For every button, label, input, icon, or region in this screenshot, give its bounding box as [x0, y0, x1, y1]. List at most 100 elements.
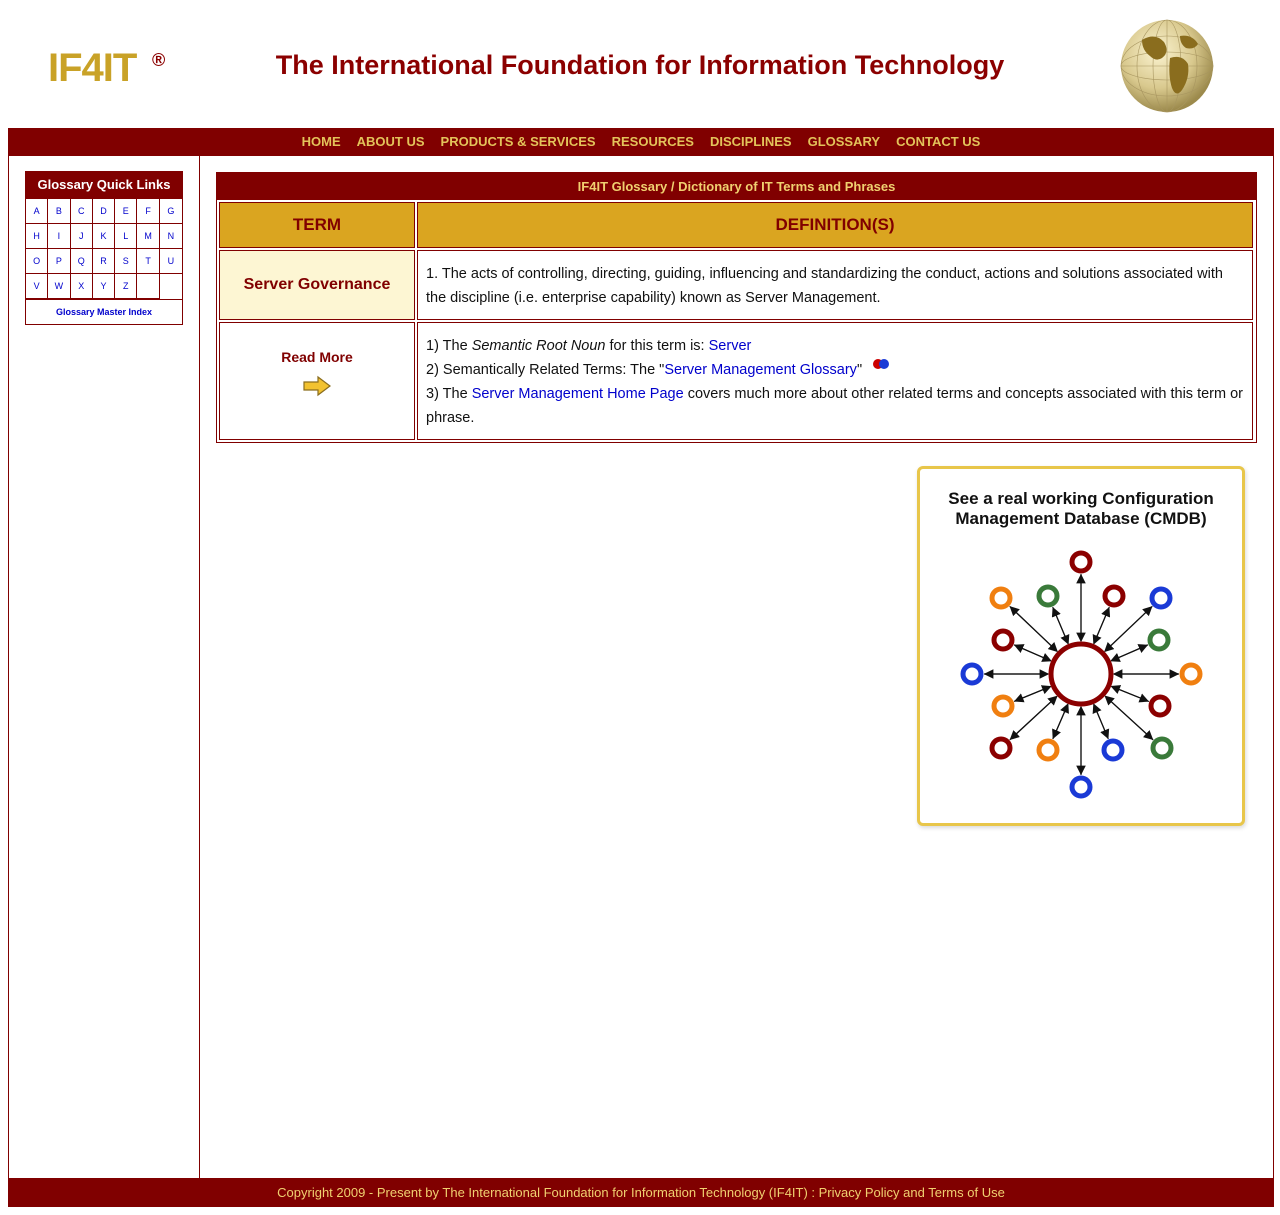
privacy-policy-link[interactable]: Privacy Policy: [819, 1185, 900, 1200]
glossary-quick-links: Glossary Quick Links A B C D E F G H I J…: [25, 171, 183, 325]
network-link-out: [1052, 706, 1068, 740]
letter-link-o[interactable]: O: [26, 249, 49, 274]
network-node-1: [1036, 584, 1060, 608]
sidebar-divider: [199, 156, 200, 1178]
network-hub: [1048, 641, 1114, 707]
network-node-12: [1036, 738, 1060, 762]
letter-link-e[interactable]: E: [115, 199, 138, 224]
network-link-out: [1094, 606, 1111, 642]
quick-links-title: Glossary Quick Links: [26, 172, 182, 199]
letter-link-a[interactable]: A: [26, 199, 49, 224]
nav-glossary[interactable]: GLOSSARY: [808, 134, 880, 149]
network-node-8: [1179, 662, 1203, 686]
letter-grid: A B C D E F G H I J K L M N O P Q R S T …: [26, 199, 182, 299]
line-3-prefix: 3) The: [426, 386, 472, 402]
network-node-13: [1101, 738, 1125, 762]
definition-cell: 1. The acts of controlling, directing, g…: [417, 250, 1253, 320]
letter-link-h[interactable]: H: [26, 224, 49, 249]
footer-and: and: [899, 1185, 929, 1200]
letter-link-z[interactable]: Z: [115, 274, 138, 299]
arrow-right-icon[interactable]: [302, 375, 332, 397]
site-header: IF4IT ® The International Foundation for…: [0, 0, 1280, 128]
network-link-out: [1094, 706, 1110, 740]
nav-disciplines[interactable]: DISCIPLINES: [710, 134, 792, 149]
page-title: The International Foundation for Informa…: [275, 50, 1005, 80]
network-node-3: [989, 586, 1013, 610]
letter-link-f[interactable]: F: [137, 199, 160, 224]
network-node-6: [1147, 628, 1171, 652]
network-node-5: [991, 628, 1015, 652]
letter-link-y[interactable]: Y: [92, 274, 116, 299]
server-link[interactable]: Server: [709, 338, 752, 354]
letter-link-g[interactable]: G: [159, 199, 182, 224]
letter-link-n[interactable]: N: [159, 224, 182, 249]
network-link-out: [1009, 606, 1056, 650]
network-link-out: [1009, 698, 1055, 740]
nav-contact-us[interactable]: CONTACT US: [896, 134, 980, 149]
network-node-9: [991, 694, 1015, 718]
letter-link-b[interactable]: B: [48, 199, 71, 224]
term-column-header: TERM: [219, 202, 415, 248]
network-link-out: [1051, 606, 1068, 642]
nav-products-services[interactable]: PRODUCTS & SERVICES: [441, 134, 596, 149]
network-node-4: [1149, 586, 1173, 610]
globe-icon: [1120, 19, 1214, 113]
cmdb-title-line-2: Management Database (CMDB): [955, 509, 1207, 528]
network-link-out: [1013, 687, 1048, 703]
semantic-root-noun-label: Semantic Root Noun: [471, 338, 606, 354]
network-link-out: [1106, 606, 1153, 650]
network-node-7: [960, 662, 984, 686]
glossary-master-index-link[interactable]: Glossary Master Index: [26, 299, 182, 324]
glossary-table: IF4IT Glossary / Dictionary of IT Terms …: [216, 172, 1257, 443]
network-node-2: [1102, 584, 1126, 608]
cmdb-network-diagram: [960, 550, 1203, 799]
nav-home[interactable]: HOME: [302, 134, 341, 149]
read-more-link[interactable]: Read More: [220, 349, 414, 365]
related-info-cell: 1) The Semantic Root Noun for this term …: [417, 322, 1253, 440]
related-terms-icon[interactable]: [872, 358, 892, 372]
cmdb-banner[interactable]: See a real working Configuration Managem…: [917, 466, 1245, 826]
network-graph: [960, 550, 1203, 799]
empty-cell: [137, 274, 160, 299]
copyright-text: Copyright 2009 - Present by The Internat…: [277, 1185, 819, 1200]
letter-link-r[interactable]: R: [92, 249, 116, 274]
nav-resources[interactable]: RESOURCES: [612, 134, 694, 149]
definition-column-header: DEFINITION(S): [417, 202, 1253, 248]
nav-about-us[interactable]: ABOUT US: [357, 134, 425, 149]
letter-link-v[interactable]: V: [26, 274, 49, 299]
network-node-15: [1069, 775, 1093, 799]
network-link-out: [1107, 697, 1154, 741]
read-more-cell: Read More: [219, 322, 415, 440]
term-cell: Server Governance: [219, 250, 415, 320]
letter-link-j[interactable]: J: [70, 224, 93, 249]
letter-link-q[interactable]: Q: [70, 249, 93, 274]
network-link-out: [1114, 686, 1150, 703]
letter-link-d[interactable]: D: [92, 199, 116, 224]
line-2-prefix: 2) Semantically Related Terms: The ": [426, 362, 665, 378]
line-1-mid: for this term is:: [605, 338, 709, 354]
terms-of-use-link[interactable]: Terms of Use: [928, 1185, 1005, 1200]
letter-link-p[interactable]: P: [48, 249, 71, 274]
letter-link-s[interactable]: S: [115, 249, 138, 274]
network-node-10: [1148, 694, 1172, 718]
letter-link-t[interactable]: T: [137, 249, 160, 274]
letter-link-m[interactable]: M: [137, 224, 160, 249]
site-footer: Copyright 2009 - Present by The Internat…: [8, 1178, 1274, 1207]
letter-link-l[interactable]: L: [115, 224, 138, 249]
main-nav: HOME ABOUT US PRODUCTS & SERVICES RESOURCES…: [8, 128, 1274, 156]
related-line-1: 1) The Semantic Root Noun for this term …: [426, 334, 1244, 358]
network-node-0: [1069, 550, 1093, 574]
line-1-prefix: 1) The: [426, 338, 472, 354]
cmdb-title-line-1: See a real working Configuration: [948, 489, 1214, 508]
letter-link-u[interactable]: U: [159, 249, 182, 274]
letter-link-x[interactable]: X: [70, 274, 93, 299]
letter-link-c[interactable]: C: [70, 199, 93, 224]
letter-link-w[interactable]: W: [48, 274, 71, 299]
network-node-11: [989, 736, 1013, 760]
letter-link-k[interactable]: K: [92, 224, 116, 249]
glossary-heading: IF4IT Glossary / Dictionary of IT Terms …: [217, 173, 1256, 200]
network-link-out: [1013, 644, 1049, 661]
server-management-home-page-link[interactable]: Server Management Home Page: [472, 386, 684, 402]
letter-link-i[interactable]: I: [48, 224, 71, 249]
server-management-glossary-link[interactable]: Server Management Glossary: [664, 362, 857, 378]
